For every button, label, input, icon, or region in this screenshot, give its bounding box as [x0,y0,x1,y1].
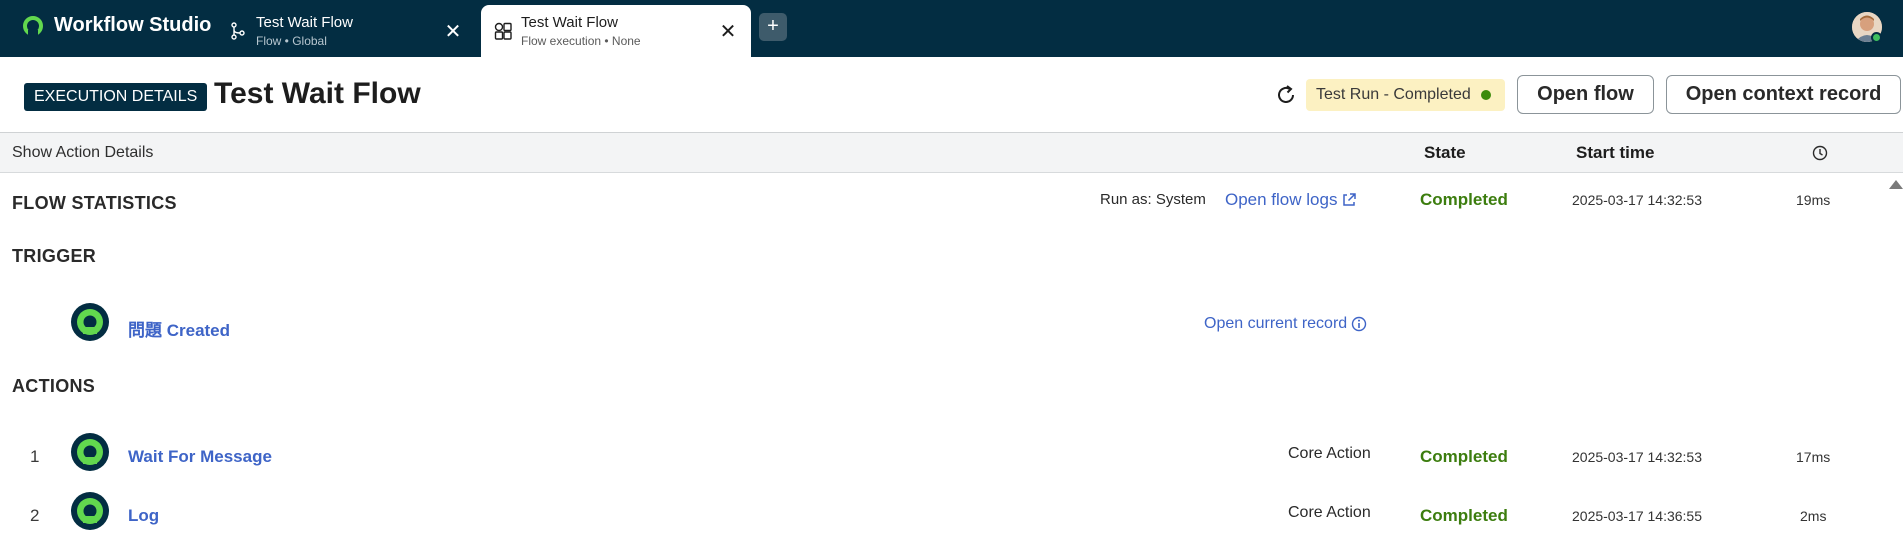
new-tab-button[interactable]: + [759,13,787,41]
info-icon [1351,316,1367,332]
brand[interactable]: Workflow Studio [22,14,211,37]
action-start-time: 2025-03-17 14:32:53 [1572,449,1702,465]
action-duration: 17ms [1796,449,1831,465]
actions-heading: ACTIONS [12,376,96,396]
page-title: Test Wait Flow [214,77,421,110]
tab-title: Test Wait Flow [521,14,618,31]
open-flow-button[interactable]: Open flow [1517,75,1654,114]
close-tab-icon[interactable]: ✕ [717,21,739,43]
flow-state: Completed [1420,190,1508,209]
step-node-icon [71,303,109,341]
open-current-record-link[interactable]: Open current record [1204,315,1367,333]
tab-subtitle: Flow execution • None [521,34,641,48]
open-current-record-label: Open current record [1204,315,1348,332]
open-flow-logs-link[interactable]: Open flow logs [1225,190,1357,210]
show-action-details-toggle[interactable]: Show Action Details [12,144,153,162]
open-context-record-button[interactable]: Open context record [1666,75,1901,114]
action-name-link[interactable]: Log [128,506,159,526]
open-flow-logs-label: Open flow logs [1225,190,1338,209]
trigger-heading: TRIGGER [12,246,97,266]
status-label: Test Run - Completed [1316,86,1471,103]
trigger-name-link[interactable]: 問題 Created [128,316,230,341]
flow-statistics-heading: FLOW STATISTICS [12,193,177,213]
action-state: Completed [1420,447,1508,466]
flow-start-time: 2025-03-17 14:32:53 [1572,192,1702,208]
refresh-icon[interactable] [1274,83,1298,107]
scroll-up-arrow[interactable] [1889,180,1903,189]
run-as-label: Run as: System [1100,191,1206,208]
action-row-number: 2 [30,506,40,525]
tab-flow-execution[interactable]: Test Wait Flow Flow execution • None ✕ [481,5,751,57]
column-start-time: Start time [1576,143,1655,162]
column-header: Show Action Details State Start time [0,133,1903,173]
presence-indicator [1871,32,1882,43]
app-title: Workflow Studio [54,14,212,36]
step-node-icon [71,492,109,530]
tab-title: Test Wait Flow [256,14,353,31]
status-badge: Test Run - Completed [1306,79,1505,111]
action-type: Core Action [1288,445,1371,462]
action-name-link[interactable]: Wait For Message [128,447,272,467]
action-type: Core Action [1288,504,1371,521]
external-link-icon [1343,193,1357,206]
tab-flow[interactable]: Test Wait Flow Flow • Global ✕ [216,5,476,57]
flow-branch-icon [231,22,245,40]
flow-duration: 19ms [1796,192,1831,208]
workflow-logo-icon [23,15,43,36]
tab-subtitle: Flow • Global [256,34,327,48]
action-start-time: 2025-03-17 14:36:55 [1572,508,1702,524]
action-state: Completed [1420,506,1508,525]
execution-header: EXECUTION DETAILS Test Wait Flow Test Ru… [0,57,1903,133]
status-dot [1480,90,1491,100]
close-tab-icon[interactable]: ✕ [442,21,464,43]
step-node-icon [71,433,109,471]
clock-icon [1812,145,1828,161]
action-duration: 2ms [1800,508,1827,524]
action-row-number: 1 [30,447,40,466]
column-state: State [1424,143,1466,162]
top-navigation-bar: Workflow Studio Test Wait Flow Flow • Gl… [0,0,1903,57]
execution-shapes-icon [494,22,512,40]
execution-details-badge: EXECUTION DETAILS [24,83,208,111]
